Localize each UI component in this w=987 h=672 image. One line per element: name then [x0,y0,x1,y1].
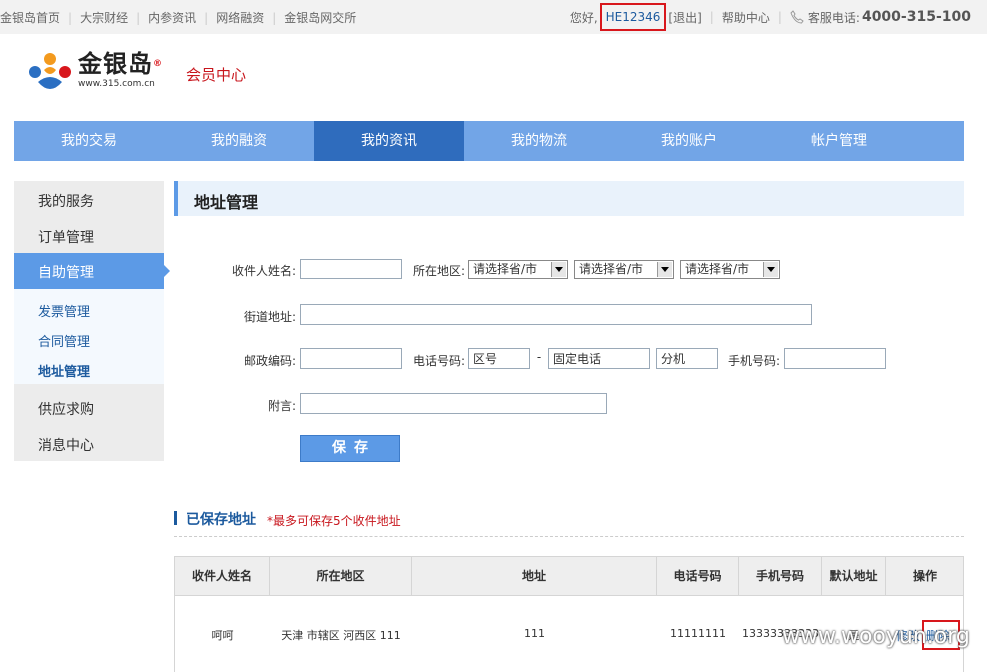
street-address-input[interactable] [300,304,812,325]
service-phone: 4000-315-100 [861,9,971,25]
active-arrow-icon [164,265,170,277]
zip-code-input[interactable] [300,348,402,369]
district-select-value: 请选择省/市 [685,262,750,276]
street-address-label: 街道地址: [243,310,296,324]
service-label: 客服电话: [807,10,860,25]
col-address: 地址 [412,557,657,595]
col-mobile: 手机号码 [739,557,822,595]
nav-my-logistics[interactable]: 我的物流 [464,121,614,161]
sidebar-item-messages[interactable]: 消息中心 [38,435,94,455]
recipient-name-input[interactable] [300,259,402,279]
cell-name: 呵呵 [211,629,234,642]
section-header: 地址管理 [174,181,964,216]
sidebar-item-self-service[interactable]: 自助管理 [14,253,170,289]
phone-icon [790,10,804,24]
chevron-down-icon [657,262,672,277]
col-default: 默认地址 [822,557,886,595]
mobile-label: 手机号码: [727,354,780,368]
zip-code-label: 邮政编码: [243,354,296,368]
nav-my-trades[interactable]: 我的交易 [14,121,164,161]
saved-addresses-note: *最多可保存5个收件地址 [267,514,401,528]
cell-phone: 11111111 [670,627,726,640]
section-accent-bar [174,181,178,216]
divider [174,536,964,537]
table-header: 收件人姓名 所在地区 地址 电话号码 手机号码 默认地址 操作 [175,557,963,596]
note-label: 附言: [267,399,296,413]
sidebar-subitem-address[interactable]: 地址管理 [38,361,90,380]
saved-accent-bar [174,511,177,525]
member-center-title: 会员中心 [186,66,247,84]
top-links: 金银岛首页 | 大宗财经 | 内参资讯 | 网络融资 | 金银岛网交所 [0,9,357,26]
nav-my-financing[interactable]: 我的融资 [164,121,314,161]
phone-dash: - [536,350,542,364]
top-link-exchange[interactable]: 金银岛网交所 [284,9,356,26]
top-right-area: 您好, HE12346 [退出] | 帮助中心 | 客服电话: 4000-315… [570,0,971,34]
phone-label: 电话号码: [412,354,465,368]
saved-addresses-title: 已保存地址 [186,512,256,528]
col-actions: 操作 [912,569,937,583]
region-label: 所在地区: [412,264,465,278]
top-link-home[interactable]: 金银岛首页 [0,9,60,26]
sidebar-item-order-management[interactable]: 订单管理 [38,227,94,247]
extension-input[interactable] [656,348,718,369]
sidebar-item-my-services[interactable]: 我的服务 [38,191,94,211]
nav-my-news[interactable]: 我的资讯 [314,121,464,161]
sidebar-submenu: 发票管理 合同管理 地址管理 [14,289,164,384]
top-link-insider-news[interactable]: 内参资讯 [148,9,196,26]
watermark: www.wooyun.org [782,624,970,649]
fixed-phone-input[interactable] [548,348,650,369]
logo-name: 金银岛 [78,50,153,78]
sidebar-subitem-invoice[interactable]: 发票管理 [38,301,90,320]
username-link[interactable]: HE12346 [599,3,667,31]
sidebar-item-label: 自助管理 [38,265,94,281]
main-nav: 我的交易 我的融资 我的资讯 我的物流 我的账户 帐户管理 [14,121,964,161]
chevron-down-icon [763,262,778,277]
nav-my-account[interactable]: 我的账户 [614,121,764,161]
sidebar-subitem-contract[interactable]: 合同管理 [38,331,90,350]
district-select[interactable]: 请选择省/市 [680,260,780,279]
note-input[interactable] [300,393,607,414]
site-logo[interactable]: 金银岛® www.315.com.cn [26,50,163,98]
col-region: 所在地区 [270,557,412,595]
save-button[interactable]: 保存 [300,435,400,462]
top-link-online-financing[interactable]: 网络融资 [216,9,264,26]
area-code-input[interactable] [468,348,530,369]
greeting: 您好, [569,10,598,25]
col-recipient-name: 收件人姓名 [175,557,270,595]
city-select[interactable]: 请选择省/市 [574,260,674,279]
sidebar: 我的服务 订单管理 自助管理 发票管理 合同管理 地址管理 供应求购 消息中心 [14,181,170,461]
cell-address: 111 [524,627,545,640]
page-title: 地址管理 [194,193,259,212]
col-phone: 电话号码 [657,557,739,595]
logout-link[interactable]: [退出] [668,9,701,26]
province-select-value: 请选择省/市 [473,262,538,276]
logo-registered-mark: ® [153,59,163,69]
chevron-down-icon [551,262,566,277]
address-table: 收件人姓名 所在地区 地址 电话号码 手机号码 默认地址 操作 呵呵 天津 市辖… [174,556,964,672]
help-center-link[interactable]: 帮助中心 [722,9,770,26]
mobile-input[interactable] [784,348,886,369]
cell-region: 天津 市辖区 河西区 111 [281,629,401,642]
logo-mark-icon [26,50,74,98]
logo-url: www.315.com.cn [78,79,155,89]
province-select[interactable]: 请选择省/市 [468,260,568,279]
recipient-name-label: 收件人姓名: [231,264,296,278]
sidebar-item-supply-demand[interactable]: 供应求购 [38,399,94,419]
nav-account-management[interactable]: 帐户管理 [764,121,914,161]
city-select-value: 请选择省/市 [579,262,644,276]
top-bar: 金银岛首页 | 大宗财经 | 内参资讯 | 网络融资 | 金银岛网交所 您好, HE12… [0,0,987,34]
top-link-commodity-finance[interactable]: 大宗财经 [80,9,128,26]
